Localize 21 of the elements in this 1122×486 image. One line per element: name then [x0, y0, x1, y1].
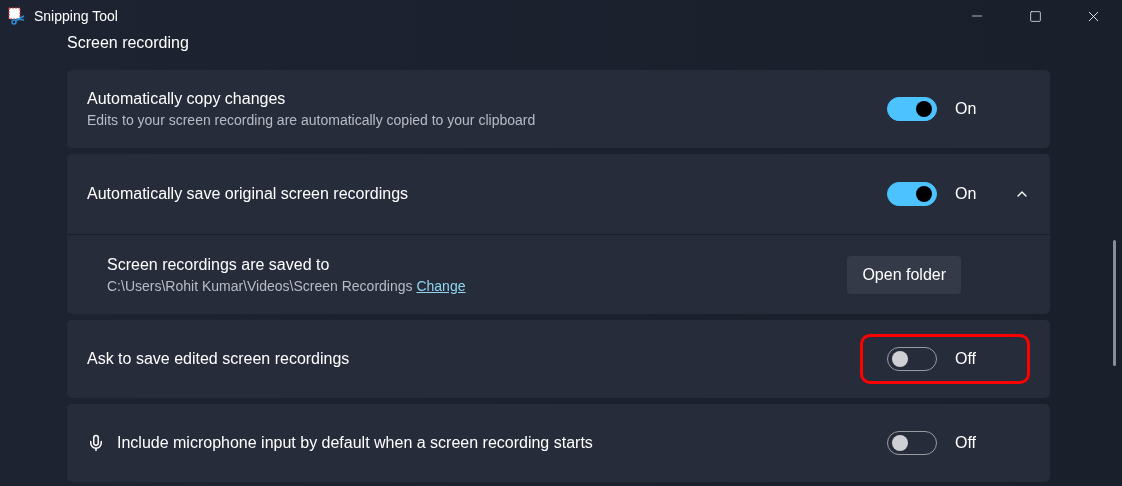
setting-description: Edits to your screen recording are automatically copied to your clipboard [87, 112, 537, 128]
toggle-state-label: On [955, 100, 977, 118]
setting-title: Ask to save edited screen recordings [87, 350, 351, 368]
window-title: Snipping Tool [34, 8, 119, 24]
toggle-state-label: On [955, 185, 977, 203]
toggle-state-label: Off [955, 434, 977, 452]
scissors-app-icon [8, 7, 26, 25]
section-heading: Screen recording [67, 34, 190, 52]
scrollbar-thumb[interactable] [1113, 240, 1116, 366]
microphone-icon [87, 434, 105, 452]
toggle-switch[interactable] [887, 182, 937, 206]
change-link[interactable]: Change [416, 277, 466, 294]
setting-title: Screen recordings are saved to [107, 255, 331, 274]
open-folder-button[interactable]: Open folder [847, 255, 961, 294]
setting-title: Automatically copy changes [87, 90, 287, 108]
folder-path: C:\Users\Rohit Kumar\Videos\Screen Recordings Change [107, 277, 467, 294]
setting-title: Include microphone input by default when a screen recording starts [117, 434, 594, 452]
setting-title: Automatically save original screen recordings [87, 185, 410, 203]
toggle-state-label: Off [955, 350, 977, 368]
maximize-icon[interactable] [1028, 9, 1042, 23]
toggle-switch[interactable] [887, 97, 937, 121]
